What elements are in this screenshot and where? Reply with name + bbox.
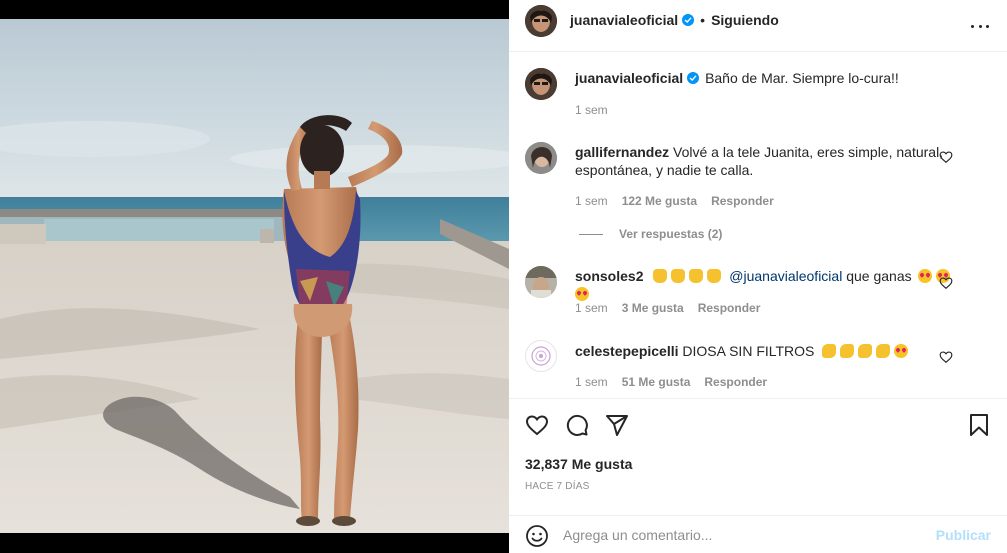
clapping-hands-emoji-icon [840, 344, 855, 358]
mandala-avatar-icon [531, 346, 551, 366]
heart-eyes-emoji-icon [575, 287, 589, 301]
header-title: juanavialeoficial • Siguiendo [570, 12, 779, 28]
reply-button[interactable]: Responder [711, 194, 774, 208]
comment-username[interactable]: celestepepicelli [575, 343, 679, 359]
author-username[interactable]: juanavialeoficial [570, 12, 678, 28]
clapping-hands-emoji-icon [876, 344, 891, 358]
commenter-avatar[interactable] [525, 142, 557, 174]
comment-text-line: celestepepicelli DIOSA SIN FILTROS [575, 342, 955, 360]
raised-hands-emoji-icon [671, 269, 686, 283]
avatar-portrait-icon [525, 266, 557, 298]
verified-badge-icon [687, 72, 700, 84]
post-image[interactable] [0, 19, 509, 533]
comment-likes[interactable]: 3 Me gusta [622, 301, 684, 315]
heart-icon[interactable] [939, 276, 953, 290]
comment-icon[interactable] [565, 413, 589, 437]
comment-item: celestepepicelli DIOSA SIN FILTROS 1 sem… [525, 340, 965, 398]
post-media [0, 0, 509, 553]
view-replies-label: Ver respuestas (2) [619, 227, 723, 241]
raised-hands-emoji-icon [689, 269, 704, 283]
comment-text-line: gallifernandez Volvé a la tele Juanita, … [575, 143, 955, 179]
replies-divider [579, 233, 603, 235]
post-actions: 32,837 Me gusta HACE 7 DÍAS Publicar [509, 398, 1007, 553]
verified-badge-icon [682, 14, 695, 26]
add-comment-bar: Publicar [509, 515, 1007, 553]
caption-username[interactable]: juanavialeoficial [575, 70, 683, 86]
commenter-avatar[interactable] [525, 266, 557, 298]
comment-time[interactable]: 1 sem [575, 194, 608, 208]
heart-icon[interactable] [939, 150, 953, 164]
comment-text-line: sonsoles2 @juanavialeoficial que ganas [575, 267, 955, 303]
more-options-icon[interactable] [971, 18, 989, 34]
caption-item: juanavialeoficial Baño de Mar. Siempre l… [525, 66, 965, 126]
publish-button[interactable]: Publicar [936, 527, 991, 543]
comment-meta: 1 sem 122 Me gusta Responder [575, 194, 774, 208]
avatar-portrait-icon [525, 142, 557, 174]
bookmark-icon[interactable] [967, 413, 991, 437]
post-time-ago[interactable]: HACE 7 DÍAS [525, 481, 589, 492]
reply-button[interactable]: Responder [698, 301, 761, 315]
heart-eyes-emoji-icon [917, 269, 932, 283]
avatar-portrait-icon [525, 68, 557, 100]
following-button[interactable]: Siguiendo [711, 12, 779, 28]
comment-item: sonsoles2 @juanavialeoficial que ganas 1… [525, 266, 965, 326]
comment-item: gallifernandez Volvé a la tele Juanita, … [525, 140, 965, 260]
author-avatar[interactable] [525, 5, 557, 37]
reply-button[interactable]: Responder [704, 375, 767, 389]
avatar-portrait-icon [525, 5, 557, 37]
likes-count[interactable]: 32,837 Me gusta [525, 456, 632, 472]
comment-text: que ganas [846, 268, 912, 284]
heart-icon[interactable] [939, 350, 953, 364]
separator-dot: • [700, 12, 706, 28]
clapping-hands-emoji-icon [822, 344, 837, 358]
comment-likes[interactable]: 51 Me gusta [622, 375, 691, 389]
beach-photo-illustration [0, 19, 509, 533]
post-detail-panel: juanavialeoficial • Siguiendo juanaviale… [509, 0, 1007, 553]
comment-meta: 1 sem 3 Me gusta Responder [575, 301, 760, 315]
comment-time[interactable]: 1 sem [575, 375, 608, 389]
caption-text: Baño de Mar. Siempre lo-cura!! [705, 70, 899, 86]
post-header: juanavialeoficial • Siguiendo [509, 0, 1007, 52]
comment-time[interactable]: 1 sem [575, 301, 608, 315]
comment-meta: 1 sem 51 Me gusta Responder [575, 375, 767, 389]
emoji-icon[interactable] [525, 524, 549, 548]
comment-mention[interactable]: @juanavialeoficial [729, 268, 842, 284]
comment-likes[interactable]: 122 Me gusta [622, 194, 697, 208]
share-icon[interactable] [605, 413, 629, 437]
raised-hands-emoji-icon [707, 269, 722, 283]
caption-time[interactable]: 1 sem [575, 103, 608, 117]
comment-username[interactable]: gallifernandez [575, 144, 669, 160]
comment-text: DIOSA SIN FILTROS [682, 343, 815, 359]
raised-hands-emoji-icon [653, 269, 668, 283]
heart-eyes-emoji-icon [894, 344, 909, 358]
view-replies-button[interactable]: Ver respuestas (2) [579, 227, 722, 241]
comments-list: juanavialeoficial Baño de Mar. Siempre l… [509, 52, 1007, 398]
heart-icon[interactable] [525, 413, 549, 437]
clapping-hands-emoji-icon [858, 344, 873, 358]
instagram-post-modal: juanavialeoficial • Siguiendo juanaviale… [0, 0, 1007, 553]
caption-text-line: juanavialeoficial Baño de Mar. Siempre l… [575, 69, 955, 87]
caption-author-avatar[interactable] [525, 68, 557, 100]
comment-username[interactable]: sonsoles2 [575, 268, 643, 284]
commenter-avatar[interactable] [525, 340, 557, 372]
comment-input[interactable] [563, 525, 923, 545]
